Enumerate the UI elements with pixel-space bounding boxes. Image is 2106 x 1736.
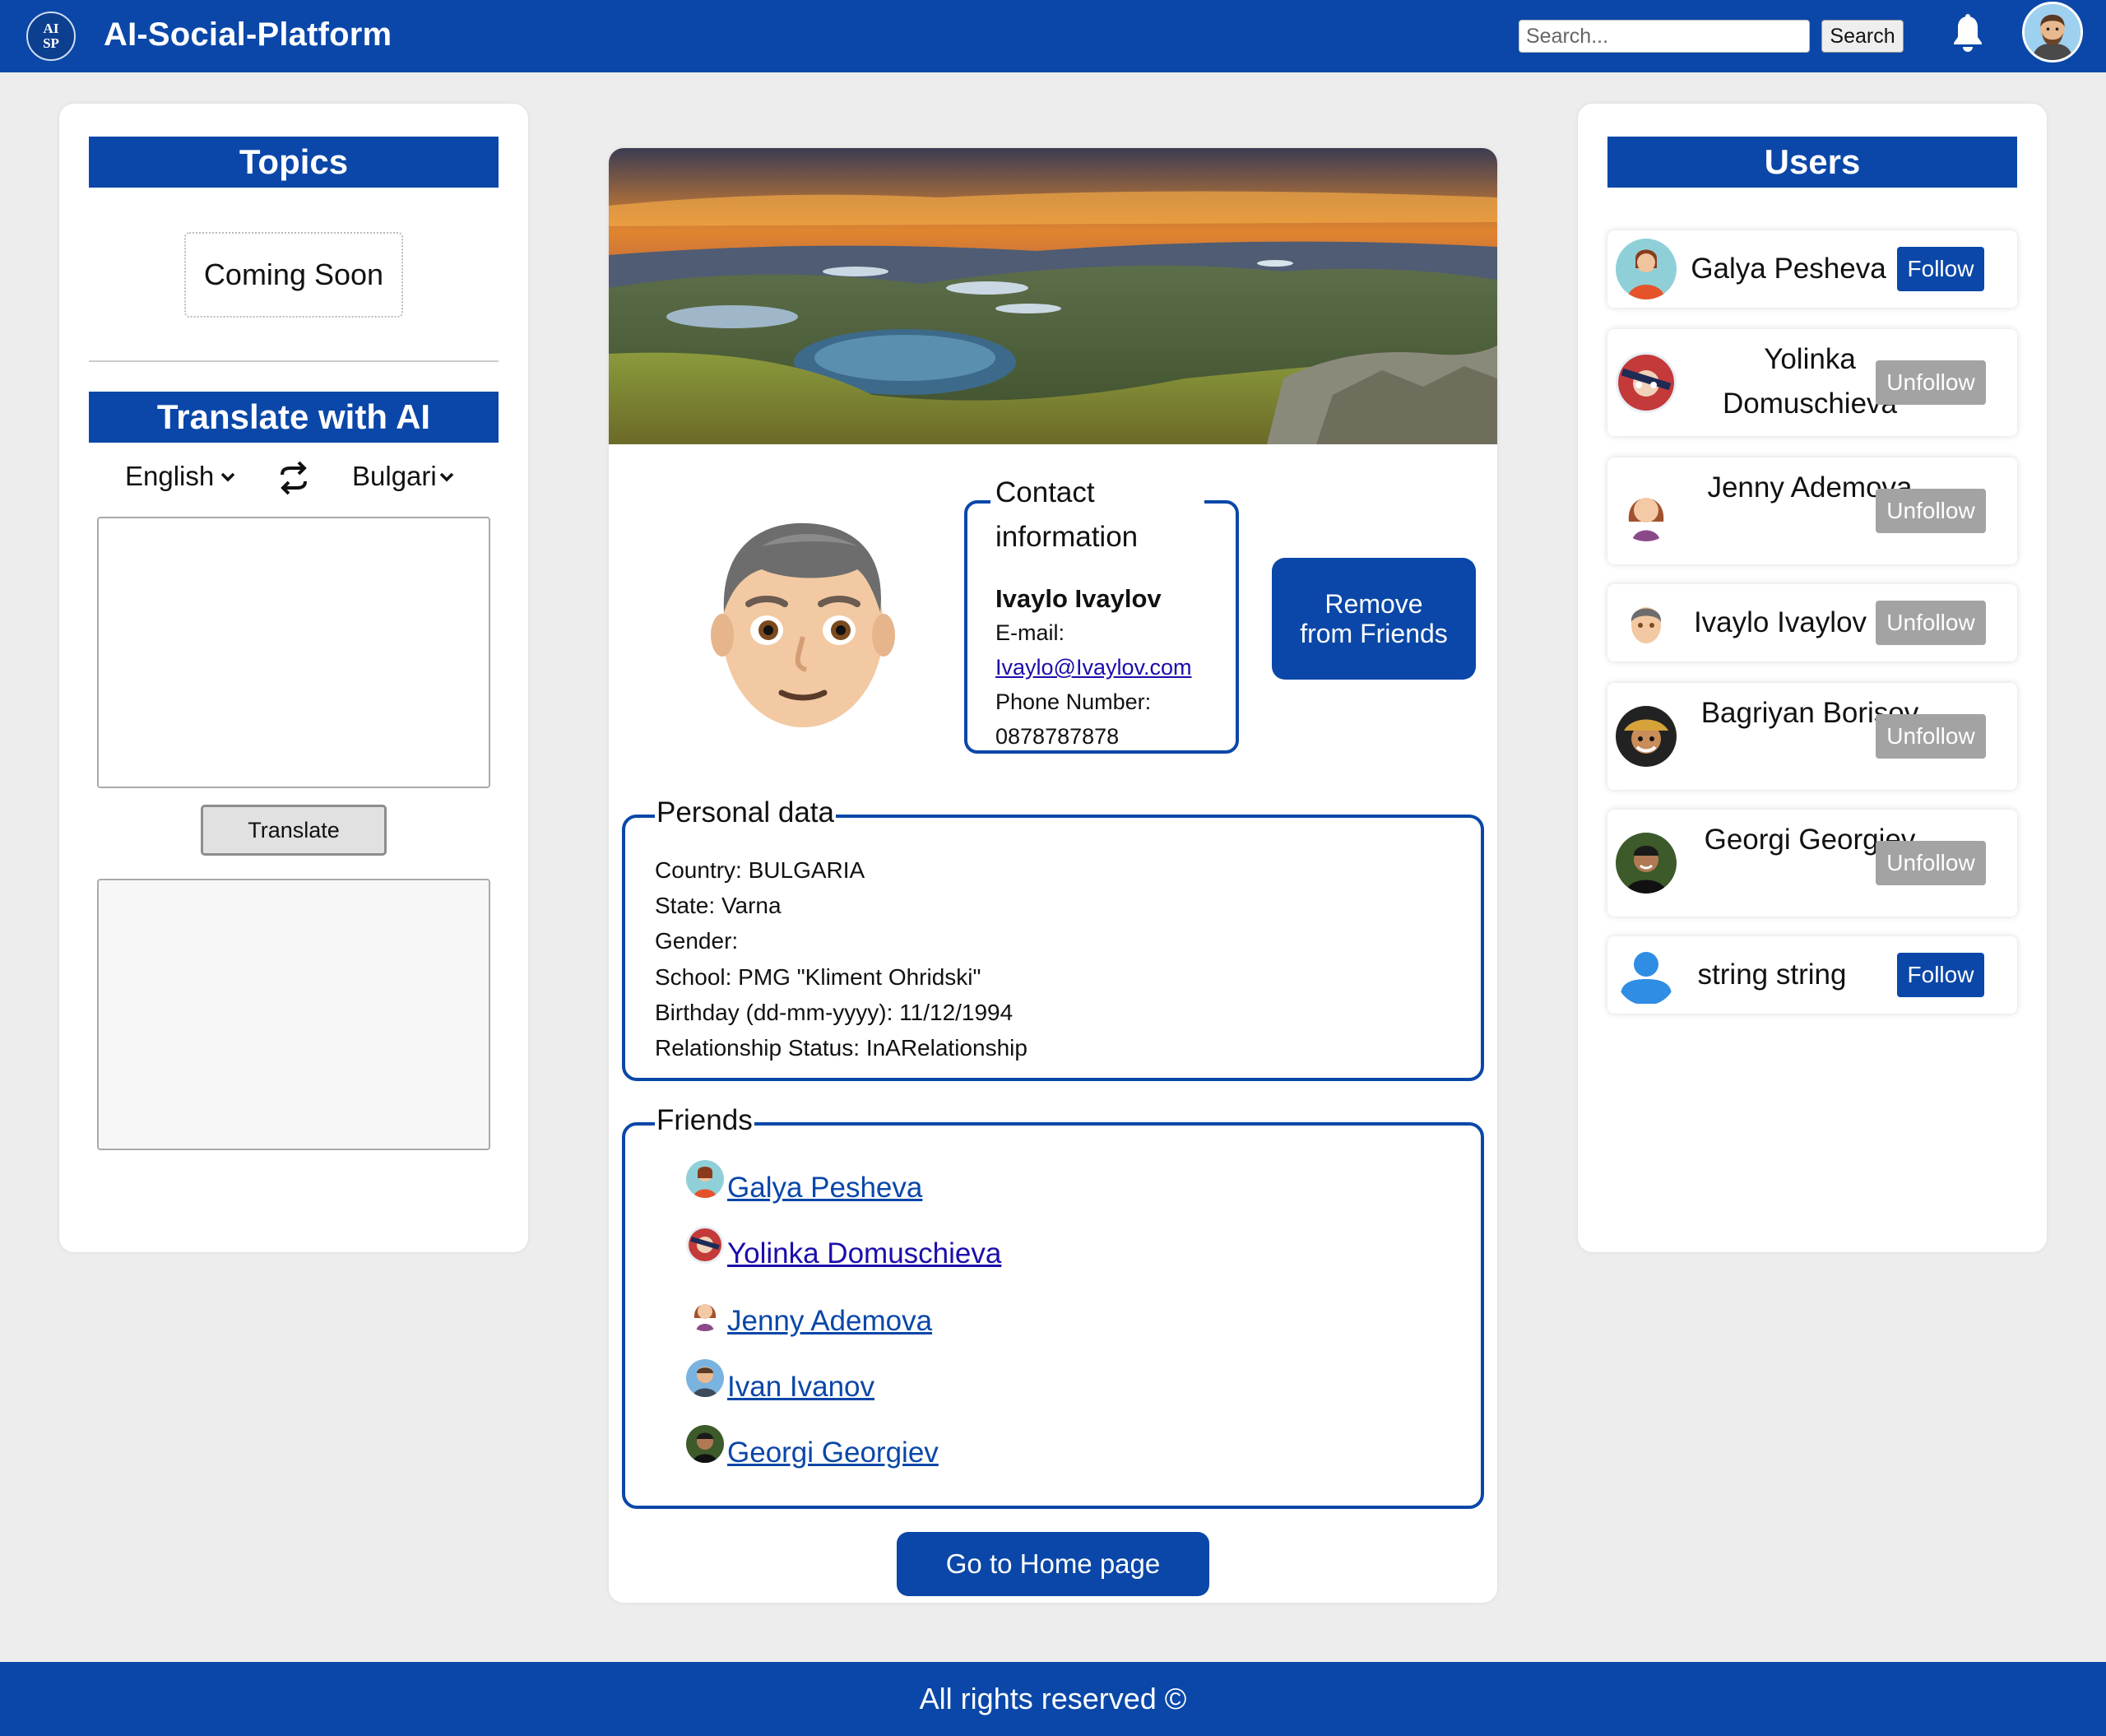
friend-avatar-icon	[686, 1425, 724, 1463]
gender-field: Gender:	[655, 928, 739, 954]
unfollow-button[interactable]: Unfollow	[1876, 841, 1986, 885]
contact-name: Ivaylo Ivaylov	[995, 584, 1162, 613]
follow-button[interactable]: Follow	[1897, 247, 1984, 291]
school-field: School: PMG "Kliment Ohridski"	[655, 964, 981, 990]
left-sidebar: Topics Coming Soon Translate with AI Eng…	[59, 104, 528, 1252]
user-card[interactable]: Galya Pesheva Follow	[1607, 230, 2017, 308]
coming-soon-box: Coming Soon	[184, 232, 403, 318]
user-avatar-icon	[1616, 592, 1677, 653]
friend-link[interactable]: Ivan Ivanov	[727, 1371, 874, 1404]
phone-label: Phone Number:	[995, 689, 1152, 714]
email-label: E-mail:	[995, 620, 1065, 645]
go-home-button[interactable]: Go to Home page	[897, 1532, 1209, 1596]
user-card[interactable]: string string Follow	[1607, 936, 2017, 1014]
unfollow-button[interactable]: Unfollow	[1876, 714, 1986, 759]
profile-avatar	[711, 522, 895, 727]
user-name: Ivaylo Ivaylov	[1693, 606, 1867, 638]
friends-legend: Friends	[655, 1104, 754, 1137]
friend-avatar-icon	[686, 1293, 724, 1331]
users-sidebar: Users Galya Pesheva Follow Yolinka Domus…	[1578, 104, 2047, 1252]
friend-link[interactable]: Galya Pesheva	[727, 1172, 922, 1205]
email-link[interactable]: Ivaylo@Ivaylov.com	[995, 655, 1191, 680]
top-navbar: AI SP AI-Social-Platform Search	[0, 0, 2106, 72]
contact-legend: Contact information	[990, 471, 1204, 559]
translate-button[interactable]: Translate	[201, 805, 387, 856]
country-field: Country: BULGARIA	[655, 857, 865, 883]
logo-text-top: AI	[43, 21, 59, 36]
profile-panel: Contact information Ivaylo Ivaylov E-mai…	[609, 148, 1497, 1603]
remove-from-friends-button[interactable]: Remove from Friends	[1272, 558, 1476, 680]
translate-output-textarea[interactable]	[97, 879, 490, 1150]
contact-information-box: Contact information Ivaylo Ivaylov E-mai…	[964, 471, 1239, 754]
friend-avatar-icon	[686, 1359, 724, 1397]
user-card[interactable]: Bagriyan Borisov Unfollow	[1607, 683, 2017, 790]
personal-data-legend: Personal data	[655, 796, 836, 829]
state-field: State: Varna	[655, 893, 782, 918]
users-heading: Users	[1607, 137, 2017, 188]
user-card[interactable]: Georgi Georgiev Unfollow	[1607, 810, 2017, 917]
user-card[interactable]: Yolinka Domuschieva Unfollow	[1607, 329, 2017, 436]
user-name: Galya Pesheva	[1691, 253, 1886, 285]
target-language-value: Bulgarian	[352, 461, 438, 491]
default-user-icon	[1616, 945, 1677, 1005]
bell-icon[interactable]	[1945, 12, 1991, 58]
user-avatar-icon	[1616, 239, 1677, 299]
translate-heading: Translate with AI	[89, 392, 499, 443]
user-avatar-icon	[1616, 706, 1677, 767]
friend-link[interactable]: Georgi Georgiev	[727, 1437, 939, 1469]
unfollow-button[interactable]: Unfollow	[1876, 360, 1986, 405]
user-card[interactable]: Jenny Ademova Unfollow	[1607, 457, 2017, 564]
unfollow-button[interactable]: Unfollow	[1876, 489, 1986, 533]
user-name: string string	[1697, 959, 1847, 991]
friend-link[interactable]: Jenny Ademova	[727, 1305, 932, 1338]
search-button[interactable]: Search	[1821, 20, 1904, 53]
chevron-down-icon	[439, 472, 454, 482]
logo-icon[interactable]: AI SP	[26, 12, 76, 61]
logo-text-bottom: SP	[43, 35, 59, 51]
personal-data-section: Personal data Country: BULGARIA State: V…	[622, 796, 1484, 1081]
source-language-value: English	[125, 461, 215, 491]
user-avatar-icon	[1616, 833, 1677, 894]
chevron-down-icon	[220, 472, 235, 482]
app-title[interactable]: AI-Social-Platform	[104, 16, 392, 53]
swap-languages-icon[interactable]	[275, 459, 313, 497]
user-card[interactable]: Ivaylo Ivaylov Unfollow	[1607, 584, 2017, 661]
user-avatar-icon	[1616, 480, 1677, 541]
unfollow-button[interactable]: Unfollow	[1876, 601, 1986, 645]
friend-avatar-icon	[686, 1160, 724, 1198]
translate-input-textarea[interactable]	[97, 517, 490, 788]
topics-heading: Topics	[89, 137, 499, 188]
friend-avatar-icon	[686, 1226, 724, 1264]
search-input[interactable]	[1519, 20, 1810, 53]
footer: All rights reserved ©	[0, 1662, 2106, 1736]
target-language-select[interactable]: Bulgarian	[352, 461, 457, 495]
divider	[89, 360, 499, 362]
phone-number: 0878787878	[995, 724, 1120, 749]
cover-photo	[609, 148, 1497, 444]
user-avatar-icon[interactable]	[2022, 2, 2083, 63]
user-avatar-icon	[1616, 352, 1677, 413]
friend-link[interactable]: Yolinka Domuschieva	[727, 1237, 1001, 1270]
source-language-select[interactable]: English	[125, 461, 240, 495]
birthday-field: Birthday (dd-mm-yyyy): 11/12/1994	[655, 1000, 1014, 1025]
friends-section: Friends Galya Pesheva Yolinka Domuschiev…	[622, 1104, 1484, 1509]
follow-button[interactable]: Follow	[1897, 953, 1984, 997]
relationship-field: Relationship Status: InARelationship	[655, 1035, 1027, 1061]
